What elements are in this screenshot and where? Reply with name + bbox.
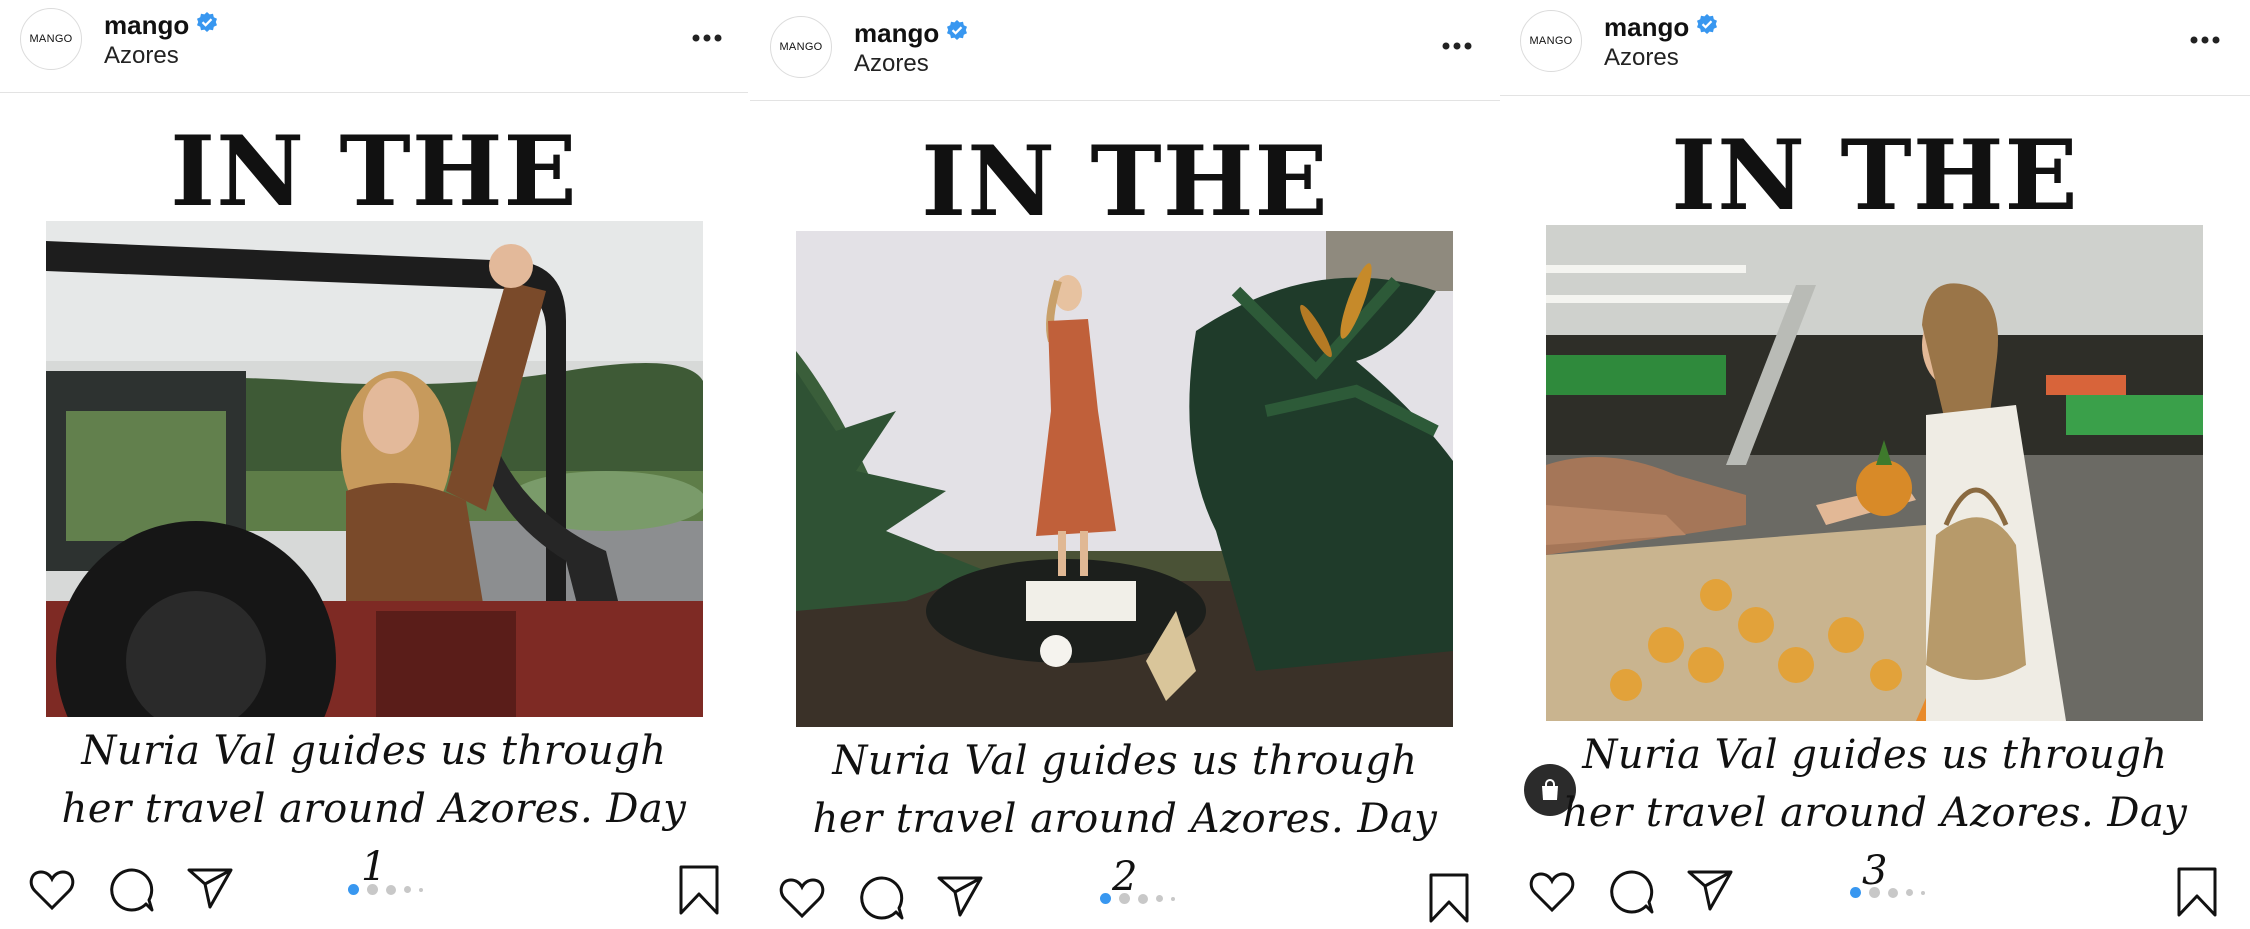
- username-link[interactable]: mango: [854, 18, 968, 49]
- comment-icon[interactable]: [858, 874, 906, 922]
- share-icon[interactable]: [186, 866, 234, 910]
- avatar-text: MANGO: [779, 41, 823, 53]
- carousel-dot: [1921, 890, 1925, 895]
- username: mango: [854, 18, 940, 48]
- post-day-3: MANGO mango Azores IN THE LOOP: [1500, 0, 2250, 929]
- share-icon[interactable]: [936, 874, 984, 918]
- verified-badge-icon: [1697, 14, 1718, 34]
- bookmark-icon[interactable]: [2176, 866, 2218, 918]
- carousel-dot: [1869, 887, 1880, 898]
- carousel-indicator: [348, 884, 423, 895]
- heart-icon[interactable]: [28, 868, 76, 912]
- carousel-dot: [404, 886, 411, 893]
- username: mango: [1604, 12, 1690, 42]
- carousel-dot: [386, 884, 396, 895]
- location-link[interactable]: Azores: [104, 42, 179, 70]
- location-link[interactable]: Azores: [1604, 44, 1679, 72]
- carousel-indicator: [1100, 893, 1175, 904]
- carousel-dot: [419, 887, 423, 892]
- heart-icon[interactable]: [1528, 870, 1576, 914]
- carousel-dot: [1119, 893, 1130, 904]
- avatar-text: MANGO: [1529, 35, 1573, 47]
- share-icon[interactable]: [1686, 868, 1734, 912]
- post-photo[interactable]: [1546, 225, 2203, 721]
- location-link[interactable]: Azores: [854, 50, 929, 78]
- carousel-dot: [1888, 887, 1898, 898]
- heart-icon[interactable]: [778, 876, 826, 920]
- carousel-dot: [1906, 889, 1913, 896]
- more-options-icon[interactable]: [1438, 36, 1478, 56]
- avatar[interactable]: MANGO: [20, 8, 82, 70]
- carousel-dot: [348, 884, 359, 895]
- username: mango: [104, 10, 190, 40]
- caption-line-1: Nuria Val guides us through: [1582, 732, 2168, 778]
- comment-icon[interactable]: [108, 866, 156, 914]
- avatar[interactable]: MANGO: [770, 16, 832, 78]
- more-options-icon[interactable]: [2186, 30, 2226, 50]
- carousel-dot: [1156, 895, 1163, 902]
- carousel-dot: [1100, 893, 1111, 904]
- post-day-1: MANGO mango Azores IN THE LOOP Nuria Val…: [0, 0, 748, 929]
- avatar[interactable]: MANGO: [1520, 10, 1582, 72]
- carousel-dot: [1171, 896, 1175, 901]
- username-link[interactable]: mango: [104, 10, 218, 41]
- post-header: MANGO mango Azores: [750, 10, 1500, 101]
- comment-icon[interactable]: [1608, 868, 1656, 916]
- post-day-2: MANGO mango Azores IN THE LOOP Nuria Val…: [750, 0, 1500, 929]
- bookmark-icon[interactable]: [1428, 872, 1470, 924]
- caption-line-1: Nuria Val guides us through: [81, 728, 667, 774]
- verified-badge-icon: [197, 12, 218, 32]
- post-photo[interactable]: [46, 221, 703, 717]
- caption-line-1: Nuria Val guides us through: [832, 738, 1418, 784]
- more-options-icon[interactable]: [688, 28, 728, 48]
- avatar-text: MANGO: [29, 33, 73, 45]
- username-link[interactable]: mango: [1604, 12, 1718, 43]
- shopping-bag-icon: [1542, 779, 1558, 800]
- carousel-dot: [1138, 893, 1148, 904]
- post-header: MANGO mango Azores: [0, 0, 748, 93]
- verified-badge-icon: [947, 20, 968, 40]
- post-photo[interactable]: [796, 231, 1453, 727]
- bookmark-icon[interactable]: [678, 864, 720, 916]
- post-header: MANGO mango Azores: [1500, 4, 2250, 96]
- carousel-indicator: [1850, 887, 1925, 898]
- carousel-dot: [1850, 887, 1861, 898]
- carousel-dot: [367, 884, 378, 895]
